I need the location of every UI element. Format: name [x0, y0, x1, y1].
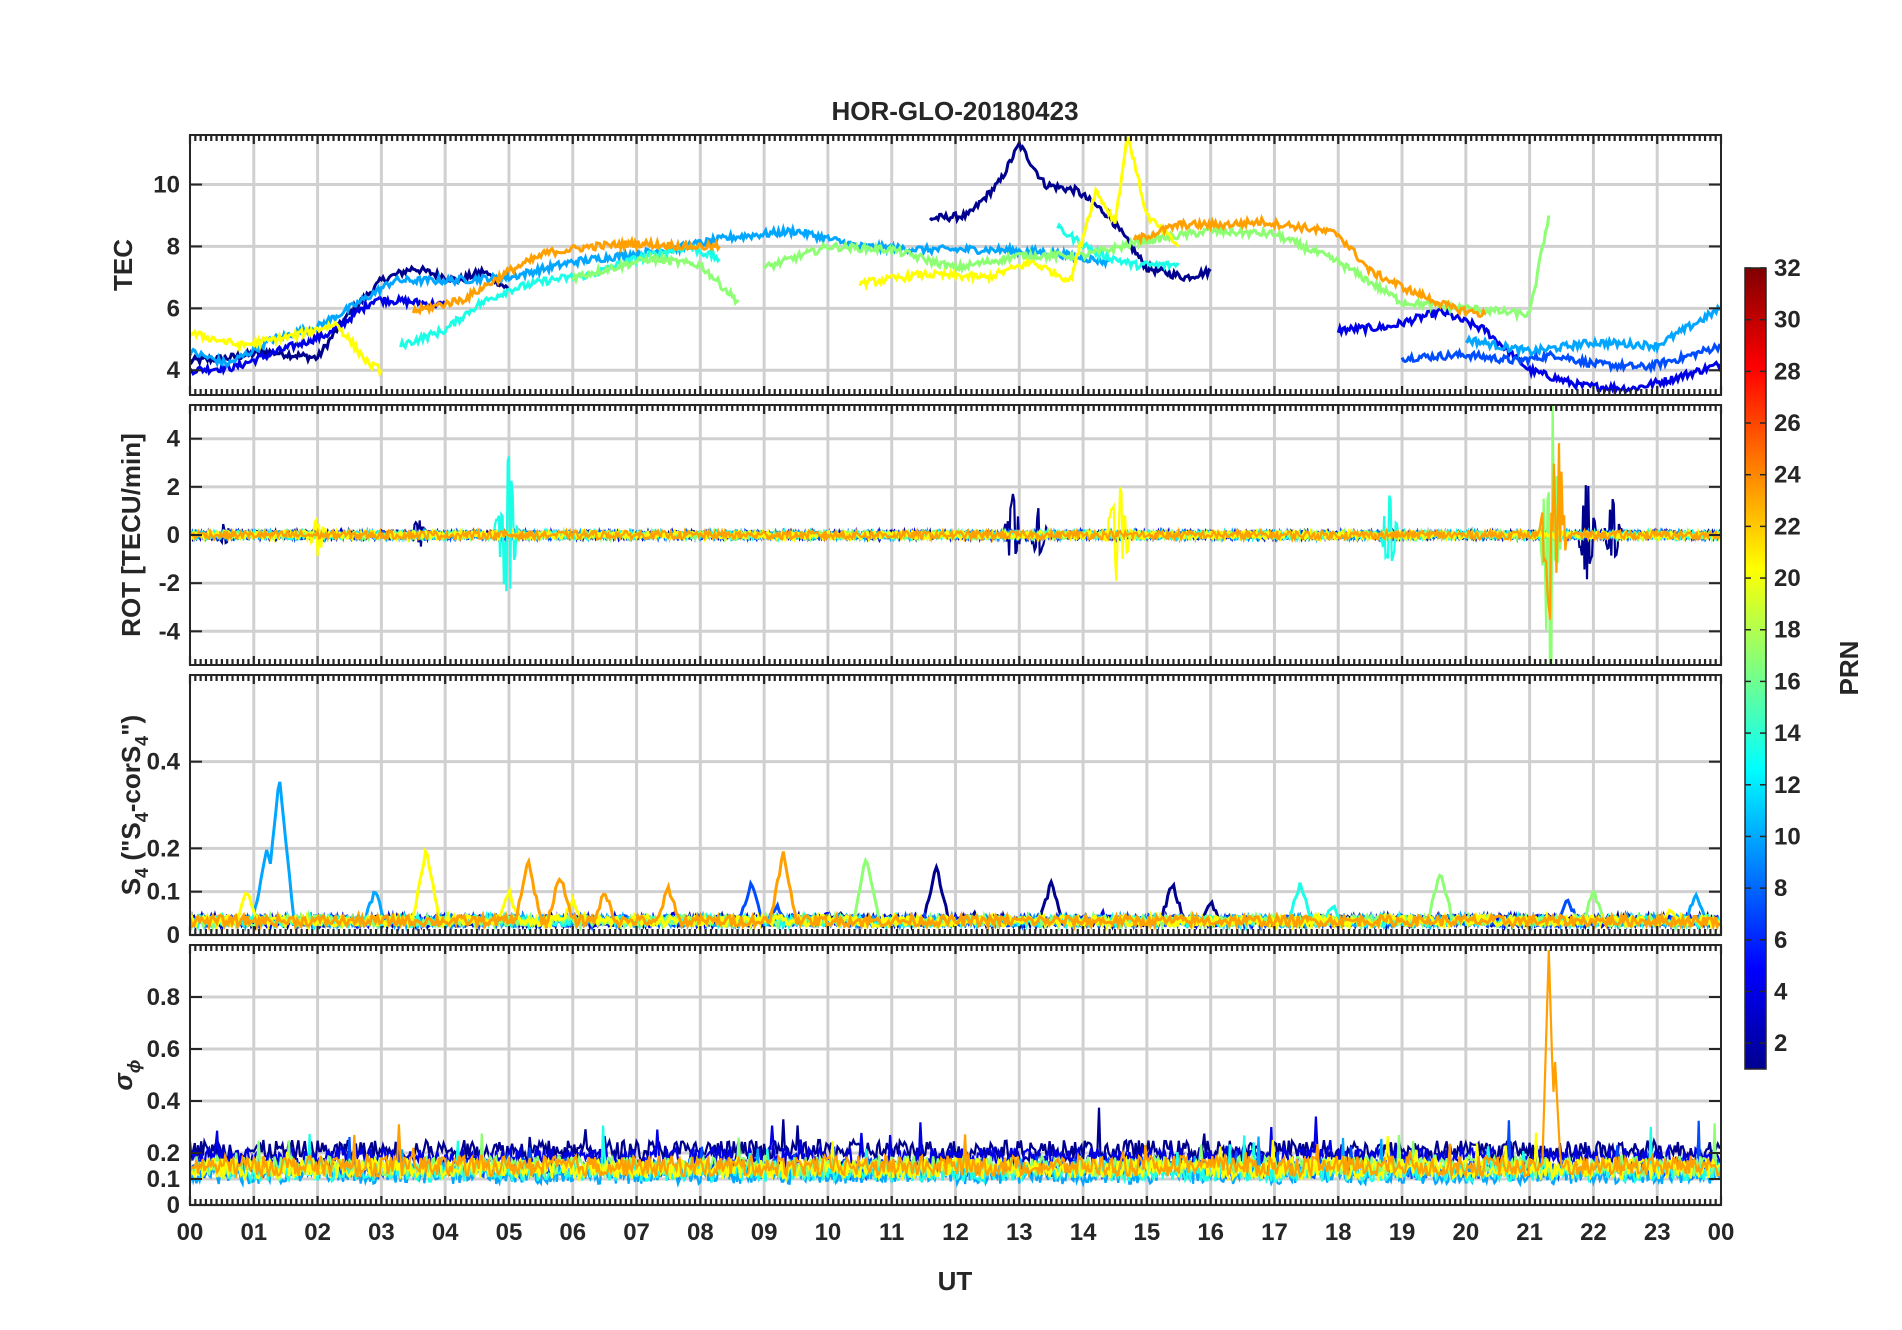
s4-label-sub: 4: [132, 868, 152, 878]
x-tick-label: 05: [496, 1219, 523, 1246]
x-tick-label: 14: [1070, 1219, 1097, 1246]
colorbar-tick-label: 18: [1774, 617, 1801, 644]
colorbar-tick-label: 2: [1774, 1030, 1787, 1057]
x-tick-label: 22: [1580, 1219, 1607, 1246]
x-tick-label: 03: [368, 1219, 395, 1246]
panel-tec: 4 6 8 10: [153, 134, 1723, 396]
y-tick-label: 0.4: [147, 749, 181, 776]
colorbar-tick-label: 4: [1774, 978, 1788, 1005]
s4-label-main: S: [116, 878, 146, 895]
y-tick-label: -2: [159, 570, 180, 597]
x-tick-labels: 00 01 02 03 04 05 06 07 08 09 10 11 12 13 14 15 16 17 18 19…: [177, 1219, 1735, 1246]
x-tick-label: 12: [942, 1219, 969, 1246]
y-tick-label: 0.4: [147, 1088, 181, 1115]
figure: HOR-GLO-20180423 46810-4-202400.10.20.40…: [108, 96, 1864, 1296]
x-tick-label: 06: [559, 1219, 586, 1246]
y-tick-label: 0: [167, 922, 180, 949]
y-tick-label: 8: [167, 233, 180, 260]
y-tick-label: 0.2: [147, 1140, 180, 1167]
y-tick-label: 4: [167, 426, 181, 453]
x-tick-label: 15: [1134, 1219, 1161, 1246]
panels: 46810-4-202400.10.20.400.10.20.40.60.8: [147, 134, 1723, 1219]
y-tick-label: 0.1: [147, 879, 180, 906]
y-axis-label-sigma: σϕ: [108, 1060, 144, 1091]
y-tick-label: 0: [167, 522, 180, 549]
y-tick-label: 10: [153, 172, 180, 199]
panel-rot: -4 -2 0 2 4: [159, 404, 1723, 666]
y-tick-label: 0.1: [147, 1166, 180, 1193]
y-tick-label: 0.2: [147, 835, 180, 862]
s4-label-sub3: 4: [132, 736, 152, 746]
s4-label-end: "): [116, 715, 146, 736]
x-tick-label: 00: [177, 1219, 204, 1246]
x-tick-label: 01: [240, 1219, 267, 1246]
x-tick-label: 10: [815, 1219, 842, 1246]
colorbar-tick-label: 26: [1774, 410, 1801, 437]
s4-label-sub2: 4: [132, 812, 152, 822]
colorbar-tick-label: 10: [1774, 823, 1801, 850]
x-tick-label: 02: [304, 1219, 331, 1246]
x-tick-label: 18: [1325, 1219, 1352, 1246]
x-tick-label: 08: [687, 1219, 714, 1246]
y-axis-label-rot: ROT [TECU/min]: [116, 433, 146, 637]
x-tick-label: 04: [432, 1219, 459, 1246]
colorbar-tick-label: 8: [1774, 875, 1787, 902]
x-tick-label: 17: [1261, 1219, 1288, 1246]
colorbar-tick-label: 24: [1774, 462, 1801, 489]
s4-label-rest2: -corS: [116, 746, 146, 812]
chart-title: HOR-GLO-20180423: [831, 96, 1078, 126]
y-axis-label-tec: TEC: [108, 239, 138, 291]
colorbar-tick-label: 16: [1774, 668, 1801, 695]
colorbar-fill: [1744, 267, 1767, 1070]
panel-sigma: 00.10.2 0.4 0.6 0.8: [147, 944, 1723, 1219]
x-tick-label: 23: [1644, 1219, 1671, 1246]
x-tick-label: 11: [879, 1219, 904, 1246]
y-tick-label: 0: [167, 1192, 180, 1219]
colorbar: 2468101214161820222426283032 PRN: [1744, 255, 1864, 1070]
y-axis-label-s4: S4 ("S4-corS4"): [116, 715, 152, 895]
x-tick-label: 00: [1708, 1219, 1735, 1246]
colorbar-tick-label: 20: [1774, 565, 1801, 592]
grid-s4: [190, 675, 1721, 937]
colorbar-tick-label: 22: [1774, 513, 1801, 540]
x-tick-label: 21: [1516, 1219, 1543, 1246]
x-axis-label: UT: [938, 1266, 973, 1296]
y-tick-label: 6: [167, 295, 180, 322]
colorbar-tick-label: 30: [1774, 307, 1801, 334]
colorbar-tick-label: 14: [1774, 720, 1801, 747]
y-tick-label: 2: [167, 474, 180, 501]
x-tick-label: 19: [1389, 1219, 1416, 1246]
y-tick-label: -4: [159, 618, 181, 645]
s4-label-rest: ("S: [116, 822, 146, 868]
tec-line-prn-17: [571, 251, 740, 307]
x-tick-label: 07: [623, 1219, 650, 1246]
x-tick-label: 09: [751, 1219, 778, 1246]
panel-s4: 0 0.1 0.2 0.4: [147, 674, 1723, 949]
colorbar-tick-label: 32: [1774, 255, 1801, 282]
colorbar-tick-label: 12: [1774, 772, 1801, 799]
colorbar-tick-label: 6: [1774, 927, 1787, 954]
sigma-label-main: σ: [108, 1071, 138, 1090]
y-tick-label: 0.6: [147, 1036, 180, 1063]
x-tick-label: 20: [1452, 1219, 1479, 1246]
colorbar-label: PRN: [1834, 641, 1864, 696]
y-tick-label: 4: [167, 357, 181, 384]
sigma-label-sub: ϕ: [124, 1060, 144, 1074]
x-tick-label: 13: [1006, 1219, 1033, 1246]
x-tick-label: 16: [1197, 1219, 1224, 1246]
y-tick-label: 0.8: [147, 984, 180, 1011]
colorbar-tick-label: 28: [1774, 358, 1801, 385]
